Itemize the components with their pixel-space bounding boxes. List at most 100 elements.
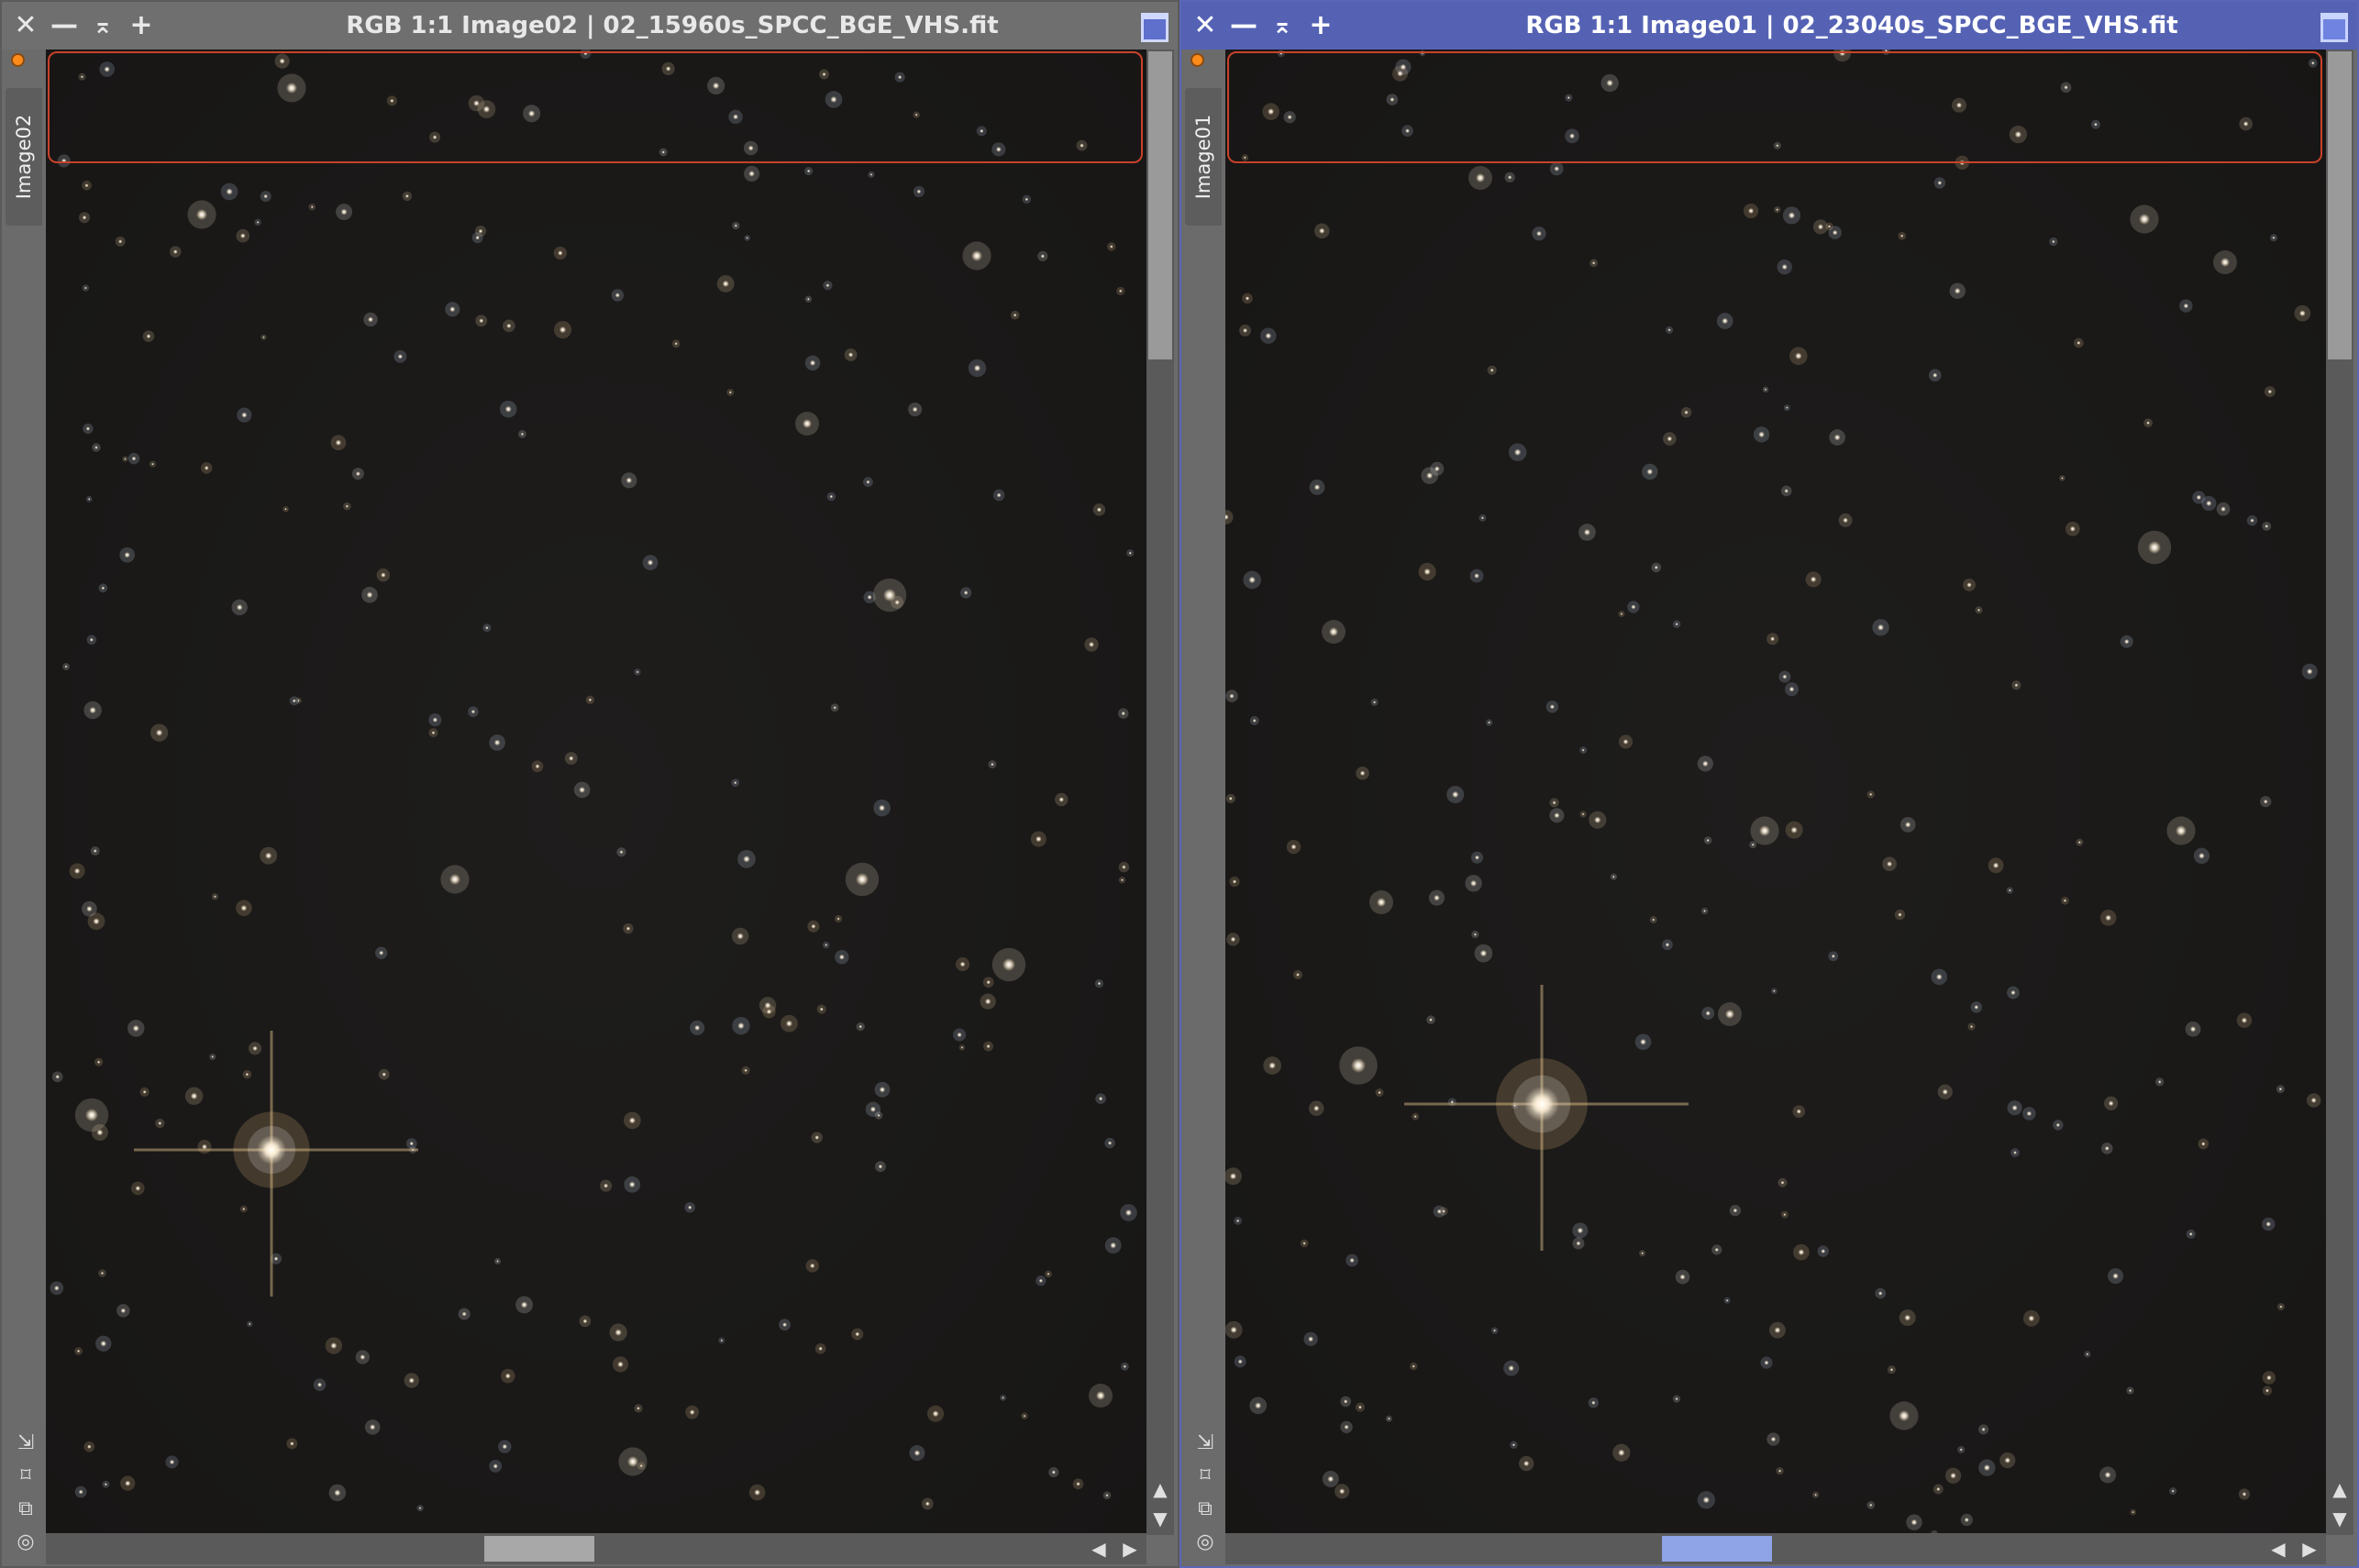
star <box>720 1339 724 1342</box>
star <box>1981 1427 1986 1432</box>
scroll-right-icon[interactable]: ▶ <box>2298 1537 2320 1561</box>
star <box>1040 254 1046 259</box>
star <box>1778 1469 1782 1473</box>
zoom-fit-icon[interactable]: ⌑ <box>1194 1465 1216 1487</box>
star <box>1722 317 1729 325</box>
zoom-fit-icon[interactable]: ⌑ <box>15 1465 37 1487</box>
star <box>2265 1221 2272 1227</box>
scroll-left-icon[interactable]: ◀ <box>1088 1537 1110 1561</box>
star <box>527 110 536 117</box>
star <box>73 867 81 875</box>
star <box>2146 421 2150 425</box>
scroll-left-icon[interactable]: ◀ <box>2267 1537 2289 1561</box>
star <box>764 1001 771 1009</box>
star <box>830 95 837 104</box>
vertical-scrollbar[interactable]: ▲ ▼ <box>1146 50 1174 1535</box>
view-identifier-tab[interactable]: Image02 <box>6 88 42 226</box>
image-viewport[interactable] <box>1225 50 2326 1535</box>
maximize-icon[interactable]: + <box>1304 7 1337 44</box>
image-window-image02[interactable]: ✕ — ⌅ + RGB 1:1 Image02 | 02_15960s_SPCC… <box>0 0 1180 1568</box>
image-viewport[interactable] <box>46 50 1146 1535</box>
vertical-scrollbar[interactable]: ▲ ▼ <box>2326 50 2353 1535</box>
star <box>1776 144 1779 148</box>
shade-icon[interactable]: ⌅ <box>1266 7 1299 44</box>
star <box>2266 1375 2272 1381</box>
star <box>1036 835 1042 843</box>
star <box>1508 1364 1514 1372</box>
window-titlebar[interactable]: ✕ — ⌅ + RGB 1:1 Image01 | 02_23040s_SPCC… <box>1181 2 2357 50</box>
minimize-icon[interactable]: — <box>1227 7 1260 44</box>
star <box>746 237 748 239</box>
star <box>124 551 130 558</box>
star <box>809 359 816 366</box>
maximize-icon[interactable]: + <box>125 7 158 44</box>
star <box>1782 674 1788 679</box>
star <box>2306 668 2313 675</box>
target-icon[interactable]: ◎ <box>15 1531 37 1553</box>
horizontal-scrollbar[interactable]: ◀ ▶ <box>1225 1533 2326 1564</box>
vertical-scroll-thumb[interactable] <box>1148 51 1172 359</box>
star <box>1935 973 1943 980</box>
window-title: RGB 1:1 Image02 | 02_15960s_SPCC_BGE_VHS… <box>346 12 999 39</box>
star <box>125 1480 131 1486</box>
star <box>1313 1105 1320 1111</box>
window-sidebar: Image01 ⇲ ⌑ ⧉ ◎ <box>1181 50 1225 1566</box>
star <box>2272 236 2276 239</box>
star <box>240 904 248 911</box>
status-dot-icon <box>13 55 23 65</box>
window-icon[interactable] <box>2320 13 2348 42</box>
horizontal-scrollbar[interactable]: ◀ ▶ <box>46 1533 1146 1564</box>
resize-icon[interactable]: ⇲ <box>1194 1432 1216 1454</box>
star <box>239 233 246 238</box>
star <box>932 1410 939 1418</box>
star <box>86 905 93 912</box>
star <box>1232 879 1237 884</box>
star <box>1795 352 1802 359</box>
star <box>1429 1018 1433 1021</box>
star <box>1623 739 1629 745</box>
clone-icon[interactable]: ⧉ <box>15 1498 37 1520</box>
star <box>1423 568 1431 576</box>
vertical-scroll-thumb[interactable] <box>2328 51 2352 359</box>
clone-icon[interactable]: ⧉ <box>1194 1498 1216 1520</box>
scroll-down-icon[interactable]: ▼ <box>2329 1507 2351 1529</box>
view-identifier-tab[interactable]: Image01 <box>1185 88 1222 226</box>
scroll-up-icon[interactable]: ▲ <box>1149 1478 1171 1500</box>
star <box>814 1135 820 1140</box>
star <box>104 66 110 72</box>
star <box>1434 466 1440 472</box>
star <box>382 1072 387 1077</box>
star <box>1488 721 1491 724</box>
star <box>636 670 639 674</box>
star <box>916 189 922 194</box>
star <box>569 756 574 761</box>
scroll-down-icon[interactable]: ▼ <box>1149 1507 1171 1529</box>
star <box>588 698 593 702</box>
window-icon[interactable] <box>1141 13 1168 42</box>
image-window-image01[interactable]: ✕ — ⌅ + RGB 1:1 Image01 | 02_23040s_SPCC… <box>1180 0 2359 1568</box>
horizontal-scroll-thumb[interactable] <box>484 1536 594 1562</box>
horizontal-scroll-thumb[interactable] <box>1662 1536 1772 1562</box>
scroll-up-icon[interactable]: ▲ <box>2329 1478 2351 1500</box>
star <box>687 1205 692 1210</box>
star <box>847 352 854 358</box>
star <box>1964 1517 1969 1523</box>
window-titlebar[interactable]: ✕ — ⌅ + RGB 1:1 Image02 | 02_15960s_SPCC… <box>2 2 1178 50</box>
star <box>734 224 737 227</box>
star <box>85 426 91 431</box>
star <box>310 205 314 209</box>
close-icon[interactable]: ✕ <box>9 7 42 44</box>
close-icon[interactable]: ✕ <box>1189 7 1222 44</box>
scroll-right-icon[interactable]: ▶ <box>1119 1537 1141 1561</box>
star <box>694 1024 701 1031</box>
shade-icon[interactable]: ⌅ <box>86 7 119 44</box>
star <box>104 1483 107 1486</box>
star <box>1950 1472 1956 1479</box>
target-icon[interactable]: ◎ <box>1194 1531 1216 1553</box>
star <box>1992 862 1999 869</box>
minimize-icon[interactable]: — <box>48 7 81 44</box>
star <box>736 933 744 940</box>
star <box>169 1459 175 1465</box>
resize-icon[interactable]: ⇲ <box>15 1432 37 1454</box>
star <box>583 50 588 56</box>
